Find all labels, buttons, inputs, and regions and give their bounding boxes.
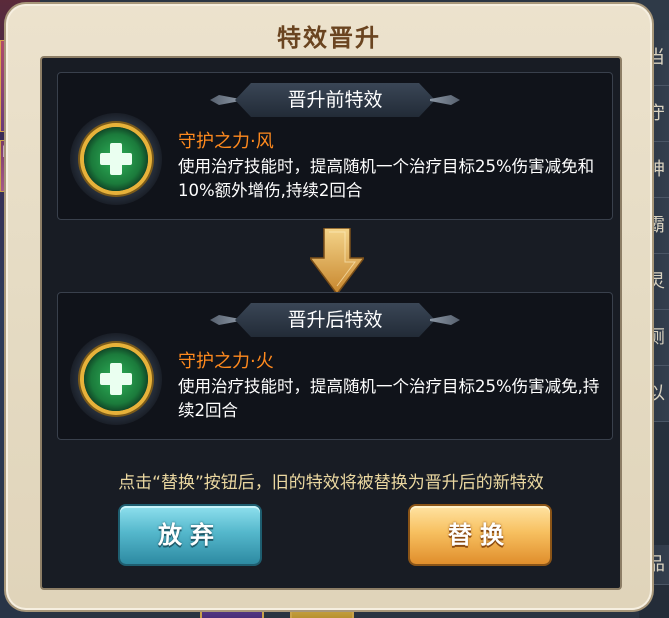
replace-hint: 点击“替换”按钮后，旧的特效将被替换为晋升后的新特效 [118,473,544,493]
header-ornament-icon [430,315,460,325]
before-skill-name: 守护之力·风 [178,131,274,152]
abandon-button[interactable]: 放弃 [120,506,260,564]
before-skill-description: 使用治疗技能时，提高随机一个治疗目标25%伤害减免和10%额外增伤,持续2回合 [178,157,595,200]
healing-cross-icon [70,333,162,425]
header-ornament-icon [430,95,460,105]
healing-cross-icon [70,113,162,205]
replace-button[interactable]: 替换 [410,506,550,564]
promotion-dialog: 特效晋升 晋升前特效 守护之力·风 使用治疗技能时，提高随机一个治疗目标25%伤… [6,4,652,610]
cross-horizontal [100,153,132,165]
after-skill-description: 使用治疗技能时，提高随机一个治疗目标25%伤害减免,持续2回合 [178,377,600,420]
after-effect-panel: 晋升后特效 守护之力·火 使用治疗技能时，提高随机一个治疗目标25%伤害减免,持… [57,292,613,440]
before-effect-panel: 晋升前特效 守护之力·风 使用治疗技能时，提高随机一个治疗目标25%伤害减免和1… [57,72,613,220]
arrow-down-icon [310,228,364,294]
before-effect-header: 晋升前特效 [235,83,435,117]
dialog-content: 晋升前特效 守护之力·风 使用治疗技能时，提高随机一个治疗目标25%伤害减免和1… [40,56,622,590]
dialog-title: 特效晋升 [277,24,381,52]
after-skill-name: 守护之力·火 [178,351,274,372]
after-effect-header: 晋升后特效 [235,303,435,337]
cross-horizontal [100,373,132,385]
